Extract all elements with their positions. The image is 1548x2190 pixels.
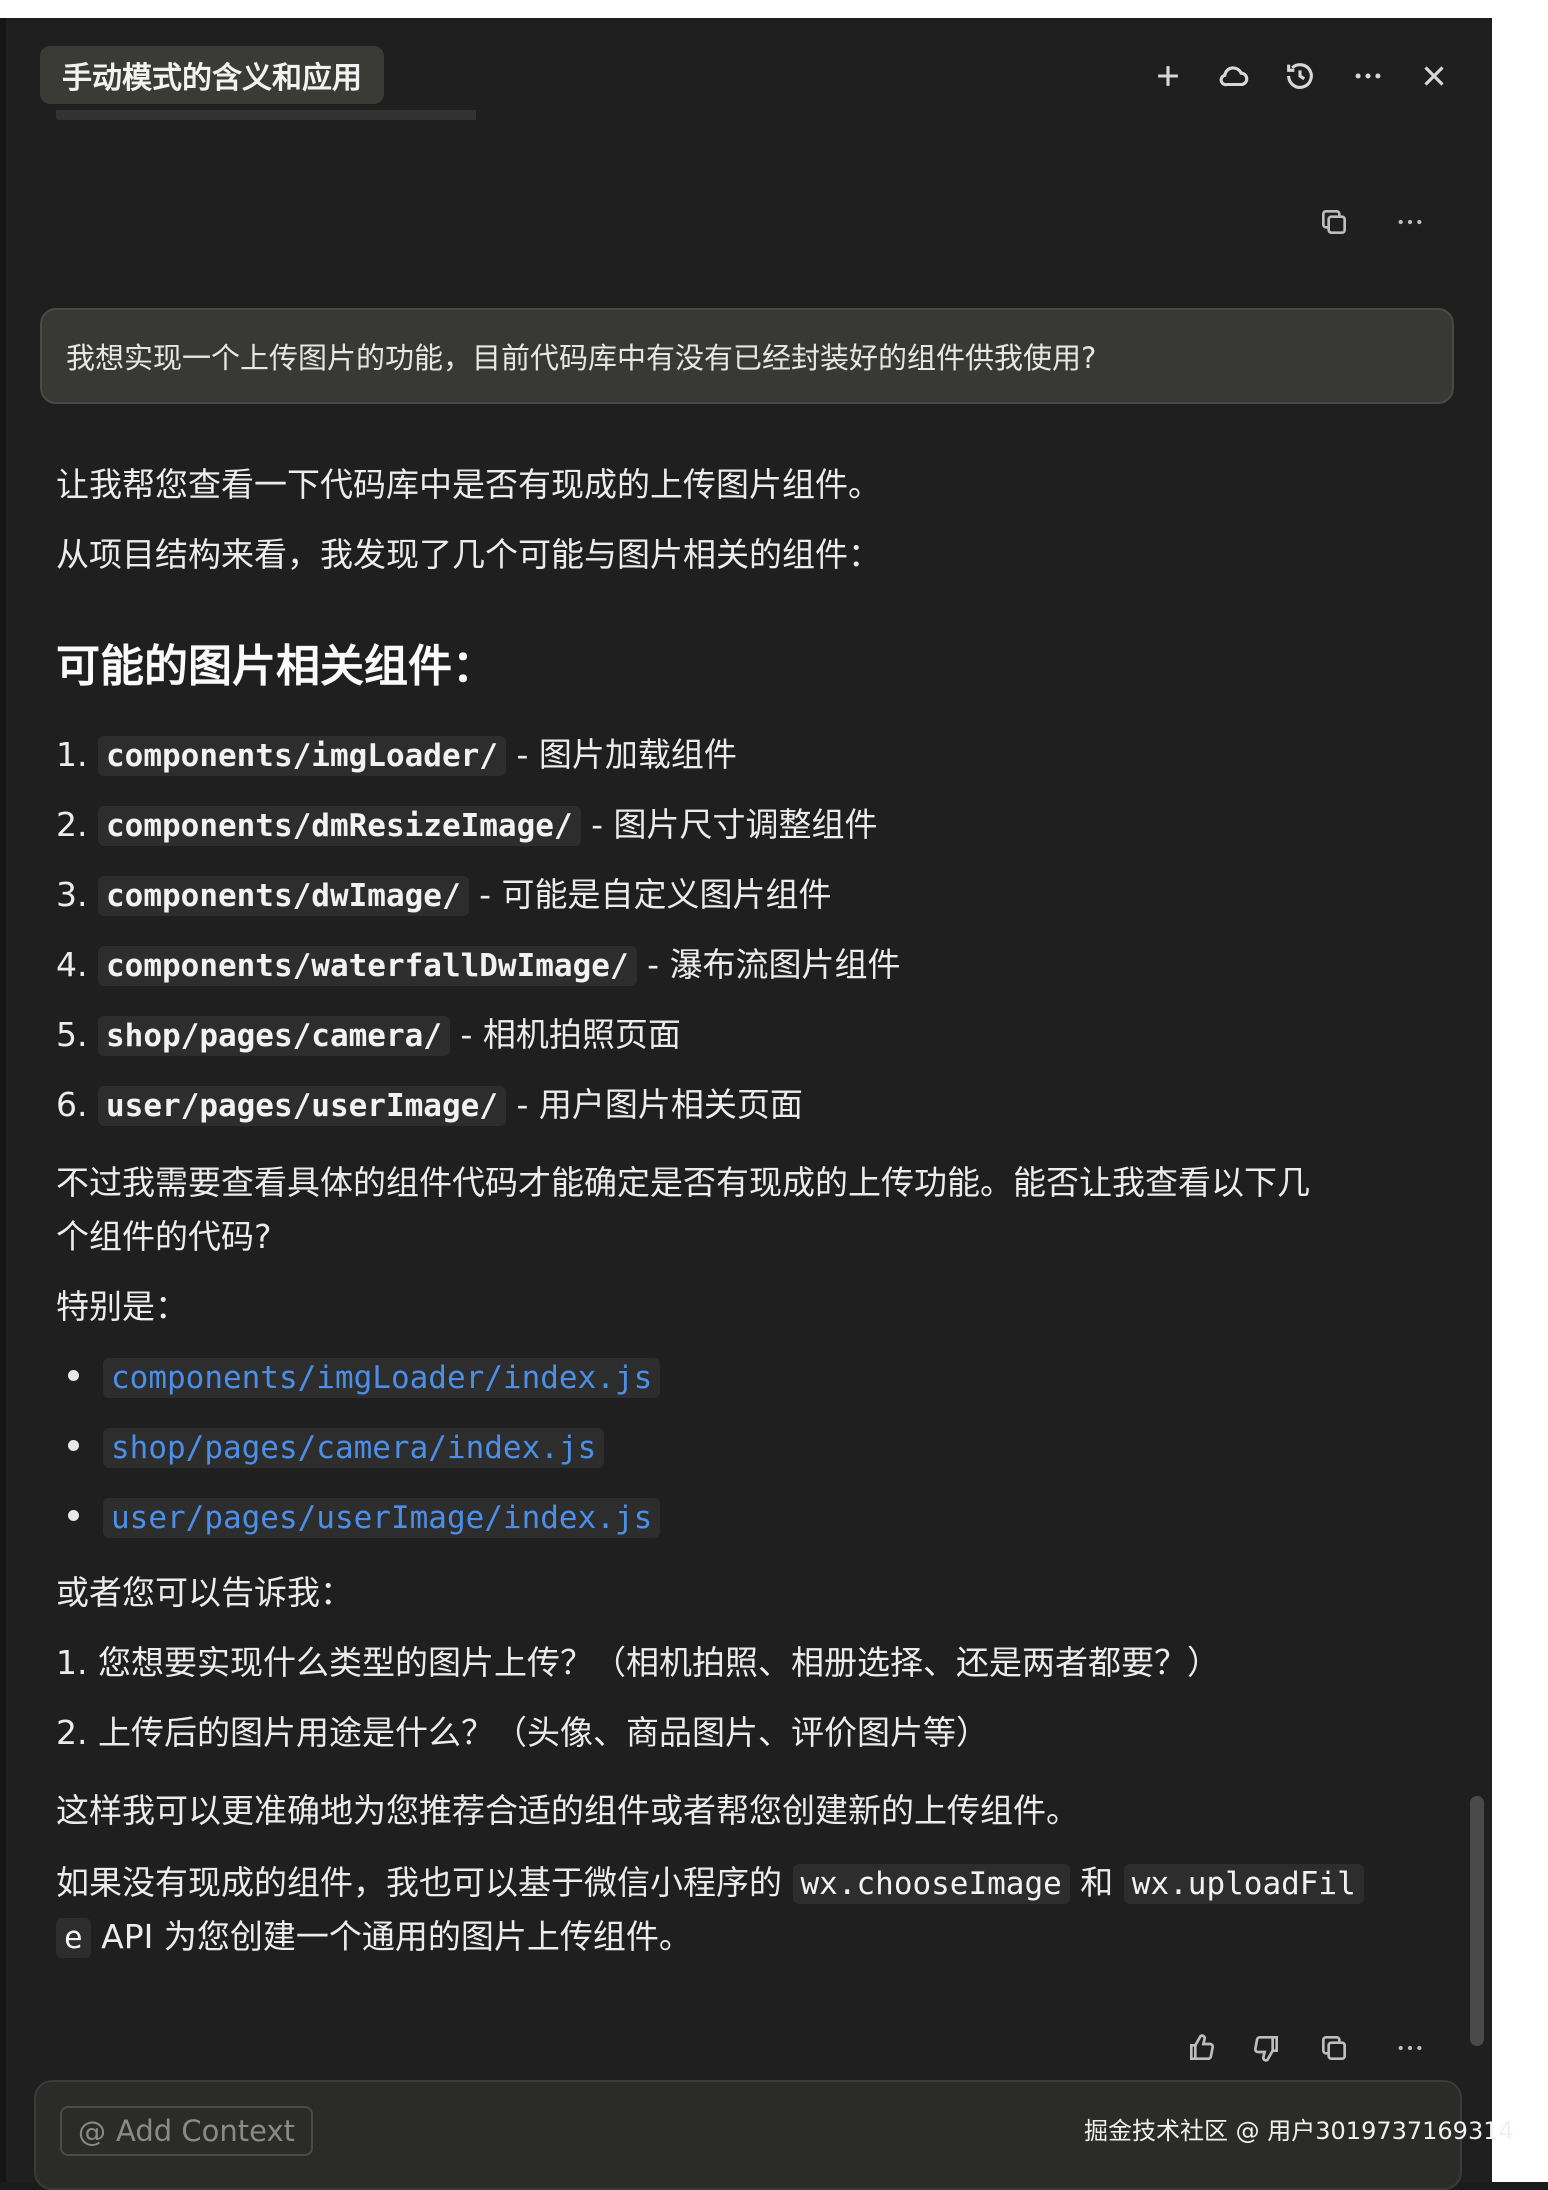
copy-icon[interactable] [1314, 202, 1354, 242]
paragraph: 或者您可以告诉我： [56, 1573, 353, 1612]
code-inline: e [56, 1918, 91, 1958]
list-item: user/pages/userImage/index.js [68, 1496, 661, 1539]
code-inline: wx.uploadFil [1123, 1864, 1364, 1904]
list-item: components/imgLoader/index.js [68, 1356, 661, 1399]
paragraph: 如果没有现成的组件，我也可以基于微信小程序的 wx.chooseImage 和 … [56, 1862, 1364, 1905]
thumbs-up-icon[interactable] [1182, 2028, 1222, 2068]
copy-icon[interactable] [1314, 2028, 1354, 2068]
thumbs-down-icon[interactable] [1246, 2028, 1286, 2068]
user-message: 我想实现一个上传图片的功能，目前代码库中有没有已经封装好的组件供我使用? [40, 308, 1454, 404]
file-link[interactable]: components/imgLoader/index.js [103, 1358, 661, 1398]
paragraph: 特别是： [56, 1287, 188, 1326]
list-item: 1. components/imgLoader/ - 图片加载组件 [56, 735, 737, 776]
list-item: 1. 您想要实现什么类型的图片上传？（相机拍照、相册选择、还是两者都要？） [56, 1643, 1220, 1682]
scrolled-text-fragment [56, 110, 756, 126]
code-path: components/waterfallDwImage/ [98, 946, 637, 986]
paragraph: 个组件的代码? [56, 1217, 272, 1256]
code-path: shop/pages/camera/ [98, 1016, 450, 1056]
paragraph: e API 为您创建一个通用的图片上传组件。 [56, 1916, 692, 1959]
paragraph: 不过我需要查看具体的组件代码才能确定是否有现成的上传功能。能否让我查看以下几 [56, 1163, 1310, 1202]
at-icon: @ [78, 2114, 106, 2148]
more-icon[interactable] [1348, 56, 1388, 96]
section-heading: 可能的图片相关组件： [56, 641, 496, 692]
intro-line-2: 从项目结构来看，我发现了几个可能与图片相关的组件： [56, 535, 881, 574]
right-gutter [1492, 18, 1548, 2182]
code-path: components/dwImage/ [98, 876, 469, 916]
list-item: 4. components/waterfallDwImage/ - 瀑布流图片组… [56, 945, 901, 986]
add-context-button[interactable]: @ Add Context [60, 2106, 313, 2156]
bullet [68, 1440, 79, 1451]
file-link[interactable]: user/pages/userImage/index.js [103, 1498, 661, 1538]
plus-icon[interactable] [1148, 56, 1188, 96]
code-path: components/imgLoader/ [98, 736, 506, 776]
list-item: 2. 上传后的图片用途是什么？（头像、商品图片、评价图片等） [56, 1713, 989, 1752]
more-icon[interactable] [1390, 202, 1430, 242]
scrollbar[interactable] [1470, 1796, 1484, 2046]
watermark: 掘金技术社区 @ 用户3019737169314 [1084, 2117, 1514, 2145]
more-icon[interactable] [1390, 2028, 1430, 2068]
left-border [0, 18, 6, 2182]
list-item: 5. shop/pages/camera/ - 相机拍照页面 [56, 1015, 681, 1056]
add-context-label: Add Context [116, 2114, 295, 2148]
history-icon[interactable] [1280, 56, 1320, 96]
file-link[interactable]: shop/pages/camera/index.js [103, 1428, 605, 1468]
chat-title[interactable]: 手动模式的含义和应用 [40, 46, 384, 104]
paragraph: 这样我可以更准确地为您推荐合适的组件或者帮您创建新的上传组件。 [56, 1791, 1079, 1830]
top-strip [0, 0, 1548, 18]
list-item: 2. components/dmResizeImage/ - 图片尺寸调整组件 [56, 805, 878, 846]
bullet [68, 1510, 79, 1521]
code-path: user/pages/userImage/ [98, 1086, 506, 1126]
code-path: components/dmResizeImage/ [98, 806, 581, 846]
bullet [68, 1370, 79, 1381]
list-item: 6. user/pages/userImage/ - 用户图片相关页面 [56, 1085, 803, 1126]
list-item: 3. components/dwImage/ - 可能是自定义图片组件 [56, 875, 832, 916]
intro-line-1: 让我帮您查看一下代码库中是否有现成的上传图片组件。 [56, 465, 881, 504]
list-item: shop/pages/camera/index.js [68, 1426, 605, 1469]
code-inline: wx.chooseImage [792, 1864, 1070, 1904]
close-icon[interactable] [1414, 56, 1454, 96]
cloud-icon[interactable] [1214, 56, 1254, 96]
